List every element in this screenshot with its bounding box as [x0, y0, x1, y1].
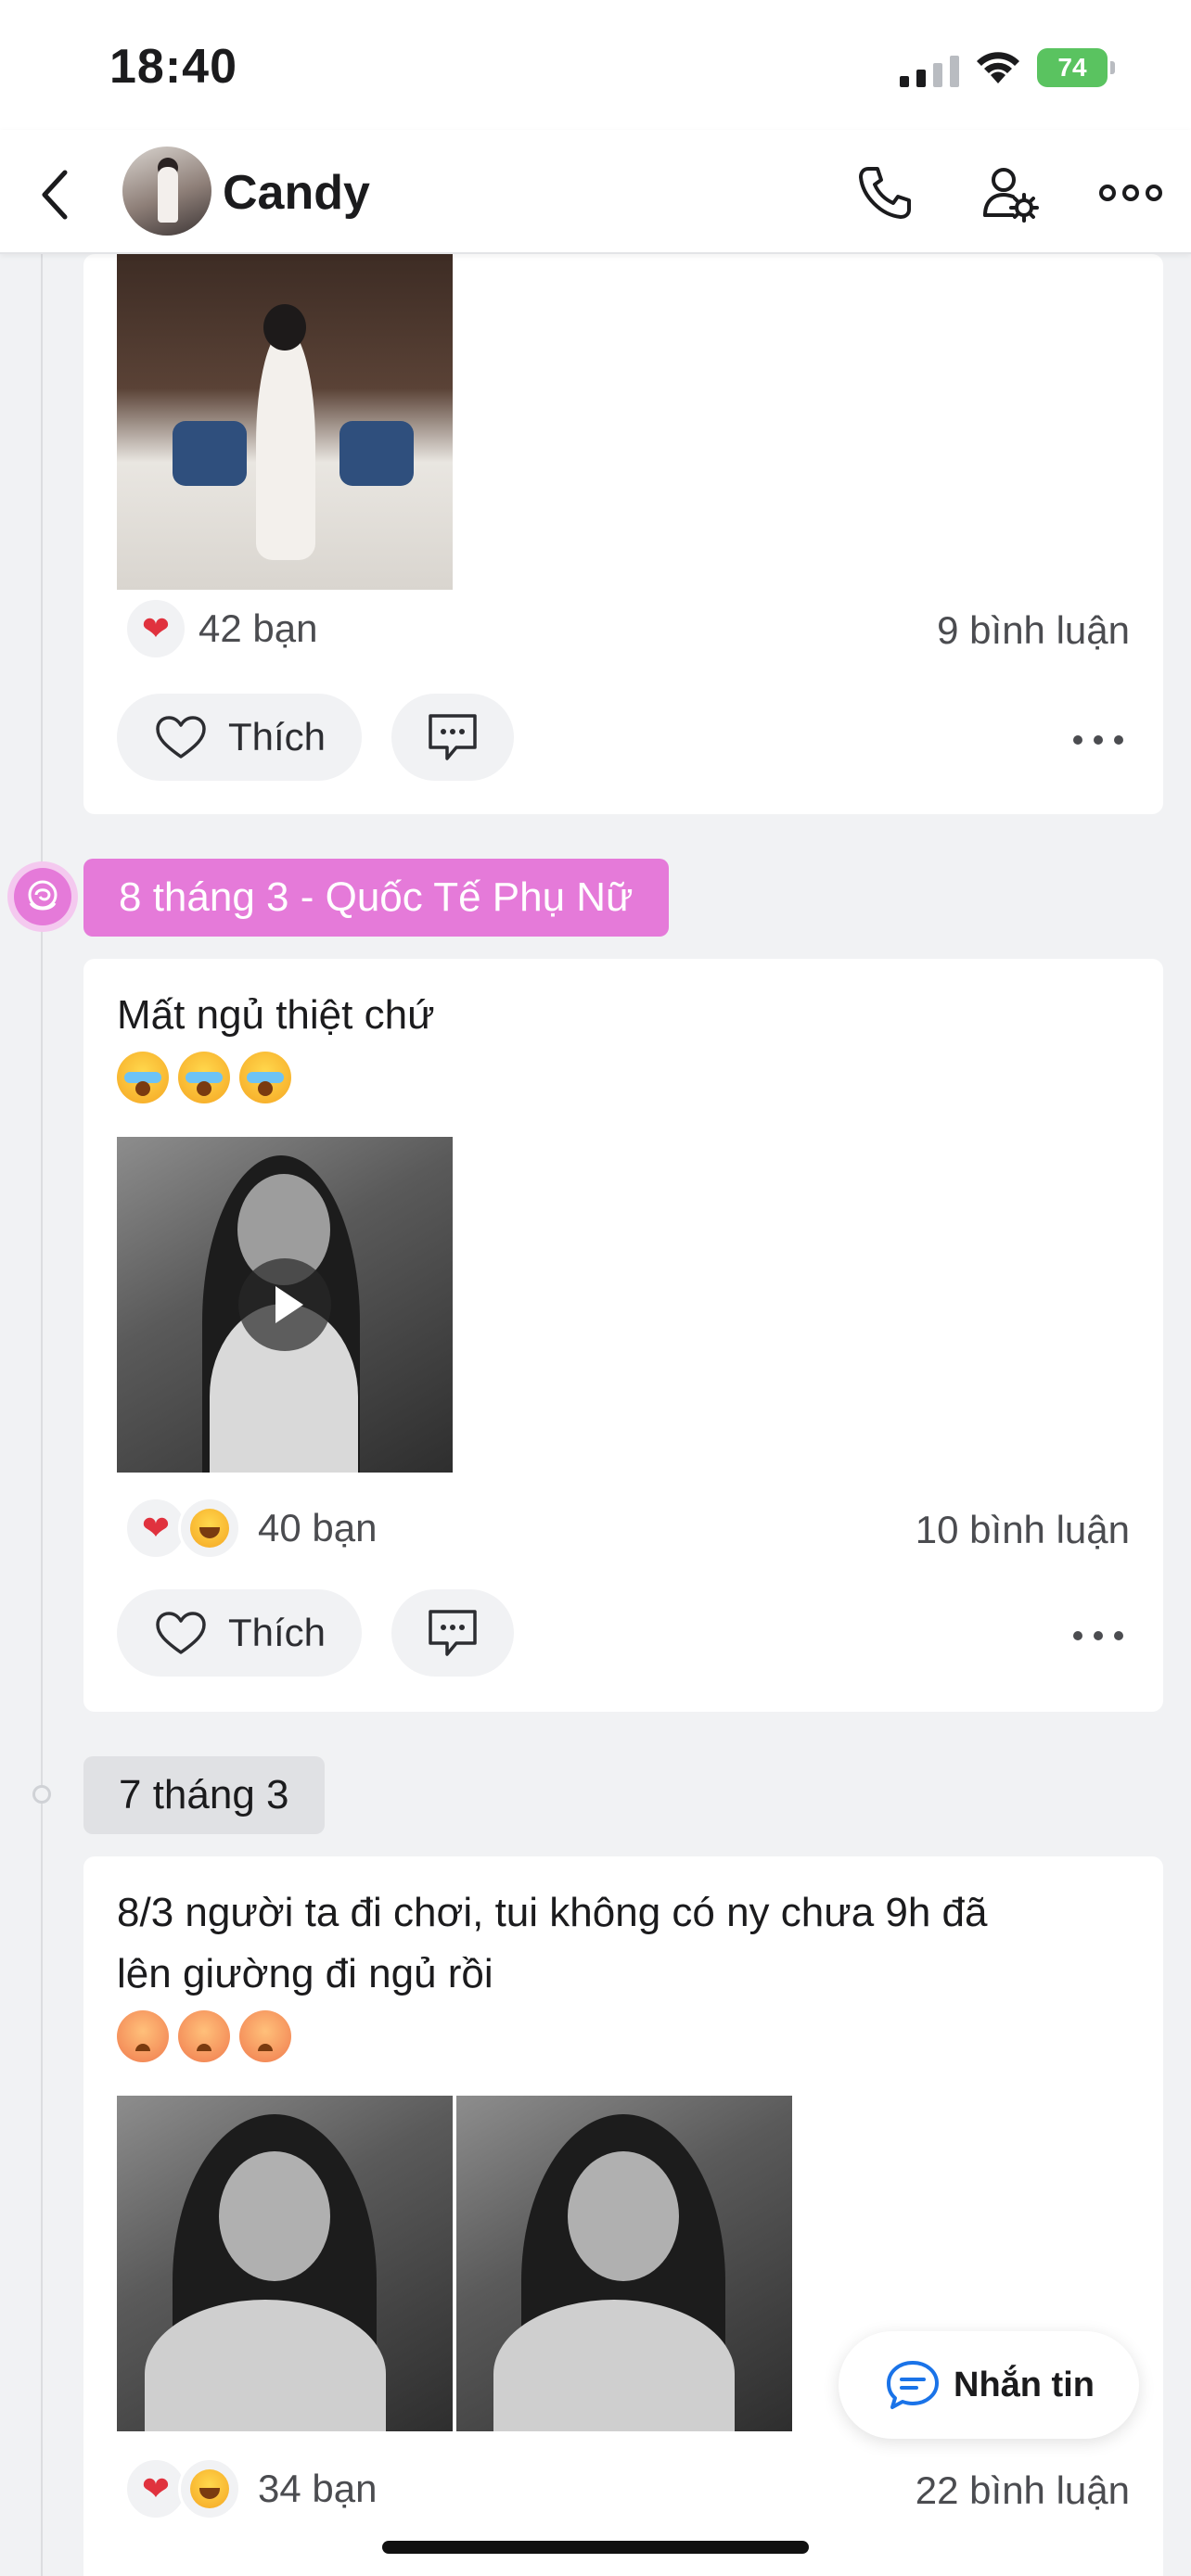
post-card-2: Mất ngủ thiệt chứ 40 bạn 10 bình luận Th…: [83, 959, 1163, 1712]
reaction-count: 34 bạn: [258, 2467, 378, 2510]
status-bar: 18:40 74: [0, 0, 1191, 130]
photo-subject-head: [263, 304, 306, 351]
chat-bubble-icon: [887, 2361, 939, 2409]
avatar-figure: [158, 167, 178, 223]
heart-outline-icon: [156, 716, 206, 759]
photo-subject-face: [568, 2151, 679, 2281]
comment-count[interactable]: 22 bình luận: [916, 2468, 1130, 2513]
photo-subject: [256, 328, 315, 560]
sad-emoji-icon: [178, 2010, 230, 2062]
post-text-line-2: lên giường đi ngủ rồi: [117, 1951, 493, 1996]
timeline-line: [41, 254, 43, 2576]
crying-emoji-icon: [178, 1052, 230, 1103]
battery-tip: [1110, 61, 1115, 74]
comment-button[interactable]: [391, 1589, 514, 1677]
battery-level: 74: [1037, 48, 1108, 87]
battery-icon: 74: [1037, 48, 1117, 87]
home-indicator: [382, 2541, 809, 2554]
heart-outline-icon: [156, 1612, 206, 1654]
sad-emoji-icon: [239, 2010, 291, 2062]
emoji-row: [117, 2010, 291, 2062]
rose-icon: [7, 861, 78, 932]
phone-icon[interactable]: [855, 163, 915, 223]
comment-icon: [429, 714, 477, 760]
contact-name[interactable]: Candy: [223, 165, 370, 221]
comment-count[interactable]: 10 bình luận: [916, 1508, 1130, 1552]
message-label: Nhắn tin: [954, 2366, 1095, 2404]
post-card-3: 8/3 người ta đi chơi, tui không có ny ch…: [83, 1856, 1163, 2576]
user-settings-icon[interactable]: [980, 163, 1039, 223]
sad-emoji-icon: [117, 2010, 169, 2062]
reaction-summary[interactable]: 40 bạn: [124, 1497, 377, 1560]
post-card-1: 42 bạn 9 bình luận Thích: [83, 254, 1163, 814]
more-options-icon[interactable]: [1070, 1626, 1126, 1645]
post-photo[interactable]: [117, 254, 453, 590]
photo-pillow: [173, 421, 247, 486]
reaction-count: 40 bạn: [258, 1506, 378, 1549]
cellular-signal-icon: [900, 56, 959, 87]
post-photo[interactable]: [117, 2096, 453, 2431]
post-text-line-1: 8/3 người ta đi chơi, tui không có ny ch…: [117, 1890, 988, 1935]
back-chevron-icon[interactable]: [37, 167, 74, 223]
timeline-node: [32, 1785, 51, 1804]
play-icon[interactable]: [238, 1258, 331, 1351]
date-label: 8 tháng 3 - Quốc Tế Phụ Nữ: [83, 859, 669, 937]
comment-count[interactable]: 9 bình luận: [937, 608, 1130, 653]
comment-button[interactable]: [391, 694, 514, 781]
date-label: 7 tháng 3: [83, 1756, 325, 1834]
chat-header: Candy: [0, 130, 1191, 254]
status-time: 18:40: [109, 40, 237, 94]
avatar[interactable]: [122, 147, 211, 236]
post-text: Mất ngủ thiệt chứ: [117, 992, 435, 1038]
like-button[interactable]: Thích: [117, 694, 362, 781]
reaction-summary[interactable]: 42 bạn: [124, 597, 317, 660]
laugh-reaction-icon: [178, 1497, 241, 1560]
like-label: Thích: [228, 1611, 327, 1654]
heart-reaction-icon: [124, 597, 187, 660]
emoji-row: [117, 1052, 291, 1103]
wifi-icon: [977, 52, 1019, 83]
like-label: Thích: [228, 715, 327, 759]
more-icon[interactable]: [1098, 163, 1163, 223]
crying-emoji-icon: [239, 1052, 291, 1103]
more-options-icon[interactable]: [1070, 731, 1126, 749]
reaction-summary[interactable]: 34 bạn: [124, 2457, 377, 2520]
comment-icon: [429, 1610, 477, 1656]
laugh-reaction-icon: [178, 2457, 241, 2520]
photo-subject-face: [219, 2151, 330, 2281]
post-photo[interactable]: [456, 2096, 792, 2431]
reaction-count: 42 bạn: [198, 606, 318, 650]
post-video[interactable]: [117, 1137, 453, 1473]
message-button[interactable]: Nhắn tin: [839, 2331, 1139, 2439]
photo-pillow: [339, 421, 414, 486]
crying-emoji-icon: [117, 1052, 169, 1103]
like-button[interactable]: Thích: [117, 1589, 362, 1677]
